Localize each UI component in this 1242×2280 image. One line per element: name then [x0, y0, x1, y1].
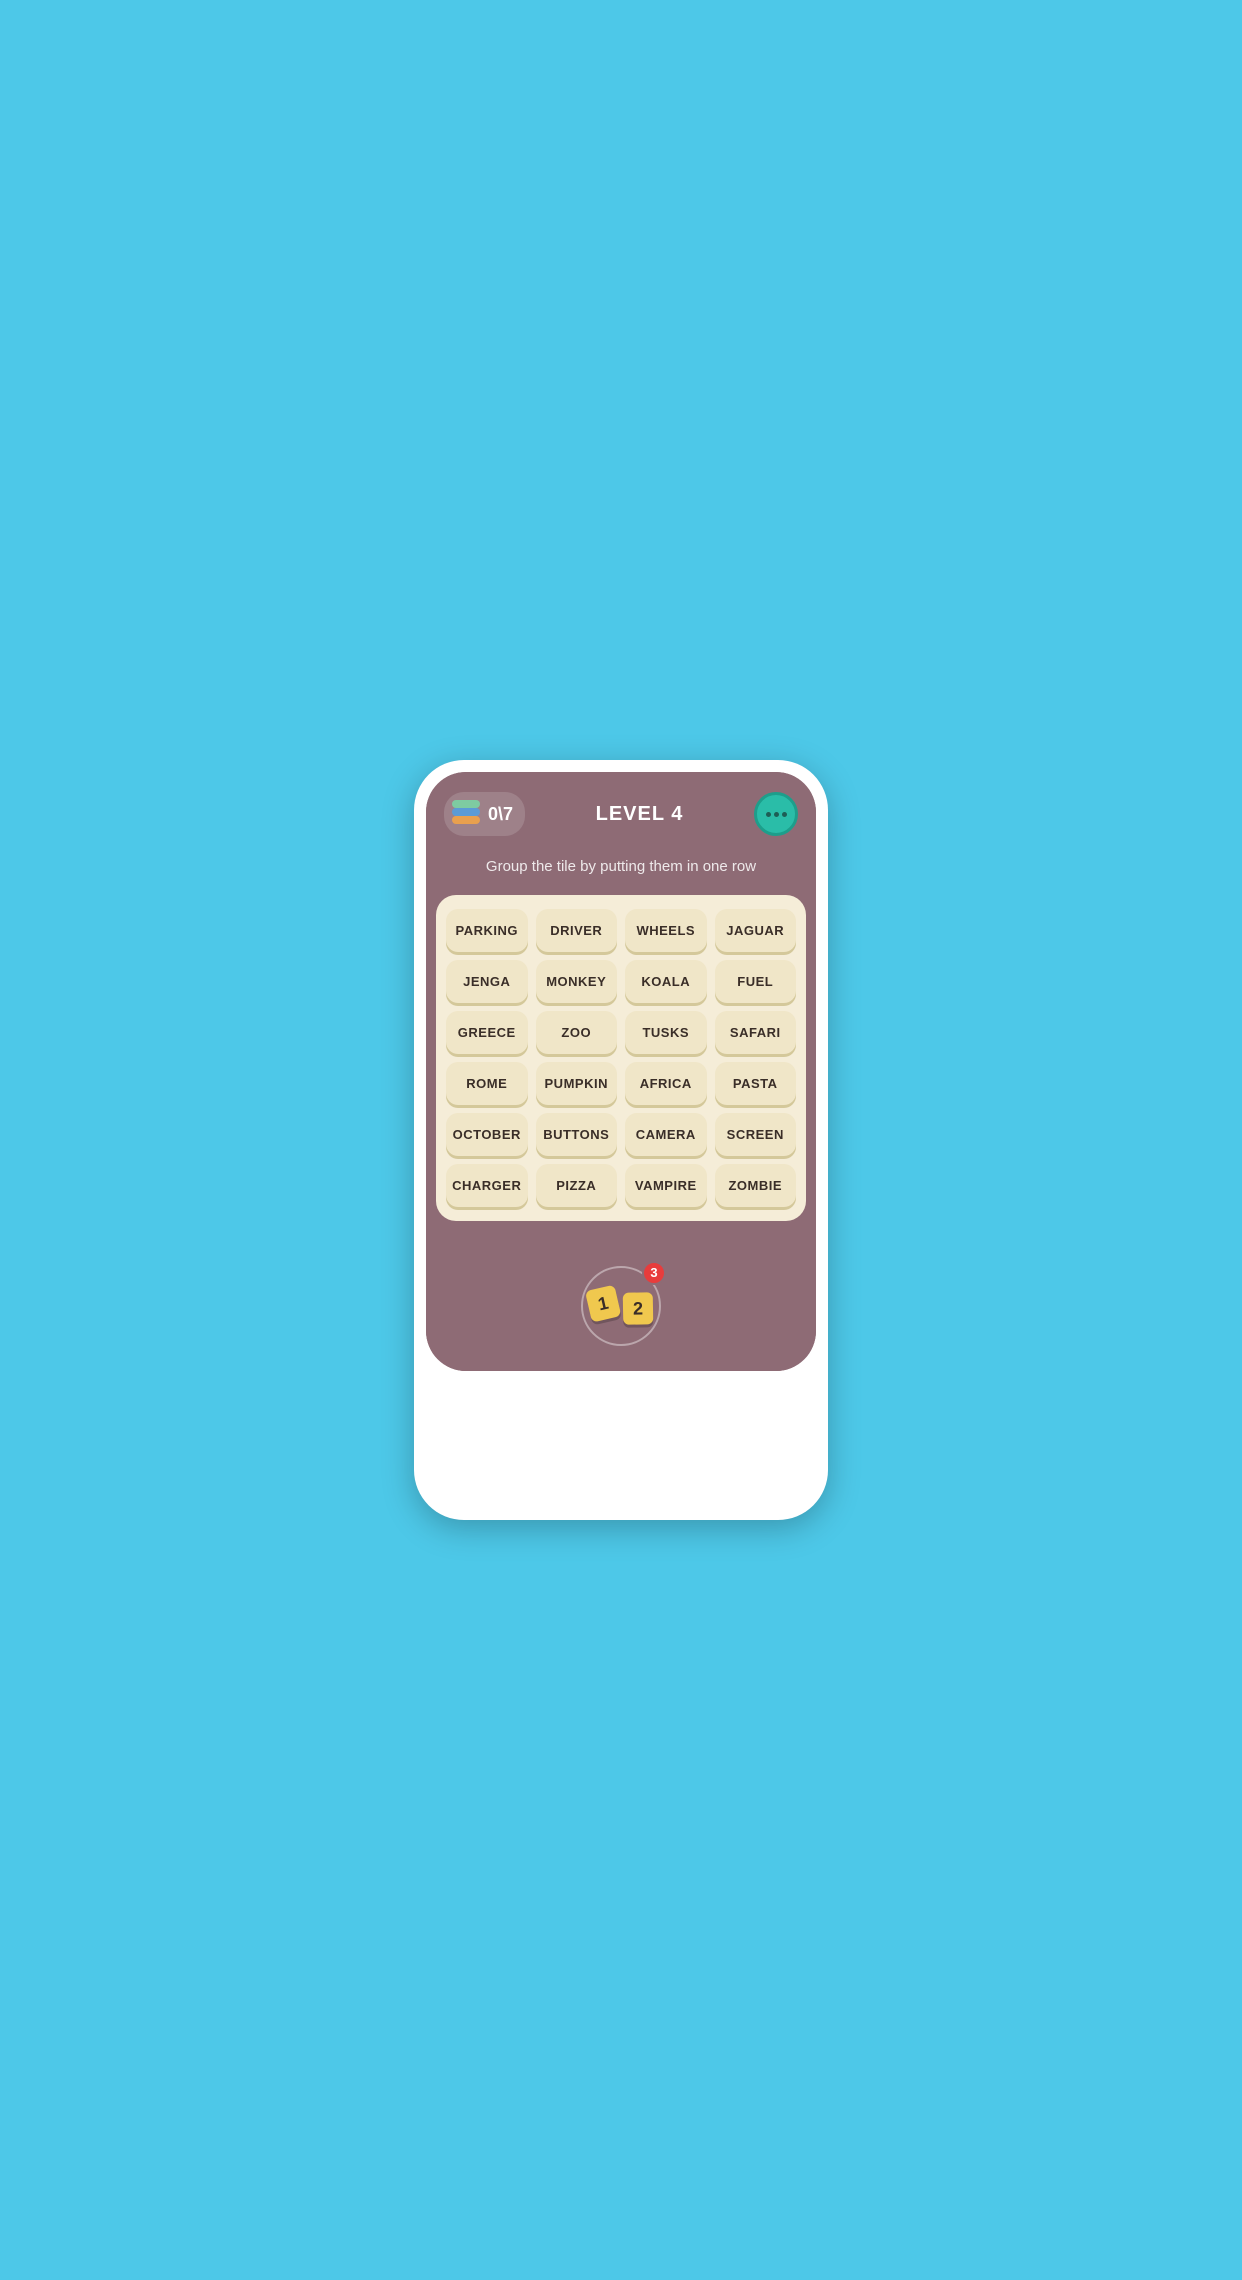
bottom-area: 1 2 3: [426, 1231, 816, 1371]
tile-monkey[interactable]: MONKEY: [536, 960, 618, 1003]
tile-buttons[interactable]: BUTTONS: [536, 1113, 618, 1156]
tile-pasta[interactable]: PASTA: [715, 1062, 797, 1105]
tile-camera[interactable]: CAMERA: [625, 1113, 707, 1156]
header: 0\7 LEVEL 4: [426, 772, 816, 850]
tile-zombie[interactable]: ZOMBIE: [715, 1164, 797, 1207]
tile-parking[interactable]: PARKING: [446, 909, 528, 952]
tile-koala[interactable]: KOALA: [625, 960, 707, 1003]
tile-greece[interactable]: GREECE: [446, 1011, 528, 1054]
tile-grid: PARKINGDRIVERWHEELSJAGUAR JENGAMONKEYKOAL…: [446, 909, 796, 1207]
tile-wheels[interactable]: WHEELS: [625, 909, 707, 952]
tile-jenga[interactable]: JENGA: [446, 960, 528, 1003]
tile-charger[interactable]: CHARGER: [446, 1164, 528, 1207]
tile-october[interactable]: OCTOBER: [446, 1113, 528, 1156]
num-tiles: 1 2: [588, 1287, 655, 1324]
tile-zoo[interactable]: ZOO: [536, 1011, 618, 1054]
tile-vampire[interactable]: VAMPIRE: [625, 1164, 707, 1207]
score-text: 0\7: [488, 804, 513, 825]
tile-driver[interactable]: DRIVER: [536, 909, 618, 952]
num-tile-1[interactable]: 1: [585, 1284, 621, 1322]
dot-3: [782, 812, 787, 817]
tile-tusks[interactable]: TUSKS: [625, 1011, 707, 1054]
dots-icon: [766, 812, 787, 817]
num-tile-2[interactable]: 2: [623, 1292, 654, 1325]
tile-rome[interactable]: ROME: [446, 1062, 528, 1105]
notification-badge: 3: [642, 1261, 666, 1285]
layer-top-icon: [452, 800, 480, 808]
grid-container: PARKINGDRIVERWHEELSJAGUAR JENGAMONKEYKOAL…: [436, 895, 806, 1221]
phone-frame: 0\7 LEVEL 4 Group the tile by putting th…: [414, 760, 828, 1520]
tile-pumpkin[interactable]: PUMPKIN: [536, 1062, 618, 1105]
menu-button[interactable]: [754, 792, 798, 836]
number-badge-container: 1 2 3: [576, 1261, 666, 1351]
layer-mid-icon: [452, 808, 480, 816]
tile-jaguar[interactable]: JAGUAR: [715, 909, 797, 952]
level-title: LEVEL 4: [596, 803, 684, 826]
score-badge: 0\7: [444, 792, 525, 836]
tile-fuel[interactable]: FUEL: [715, 960, 797, 1003]
tile-screen[interactable]: SCREEN: [715, 1113, 797, 1156]
tile-pizza[interactable]: PIZZA: [536, 1164, 618, 1207]
dot-1: [766, 812, 771, 817]
phone-inner: 0\7 LEVEL 4 Group the tile by putting th…: [426, 772, 816, 1371]
tile-africa[interactable]: AFRICA: [625, 1062, 707, 1105]
subtitle-text: Group the tile by putting them in one ro…: [426, 850, 816, 895]
dot-2: [774, 812, 779, 817]
layers-icon: [450, 798, 482, 830]
layer-bot-icon: [452, 816, 480, 824]
tile-safari[interactable]: SAFARI: [715, 1011, 797, 1054]
